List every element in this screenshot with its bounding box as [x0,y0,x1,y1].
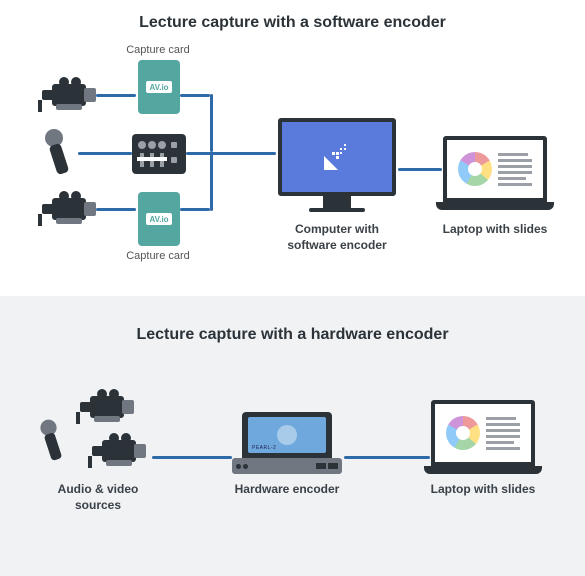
connection-line [96,94,136,97]
laptop-label: Laptop with slides [424,482,542,498]
pie-chart-icon [446,416,480,450]
monitor-label: Computer with software encoder [278,222,396,253]
capture-card-icon: AV.io [138,192,180,246]
camera-icon [36,190,98,228]
hardware-encoder-diagram: Lecture capture with a hardware encoder … [0,296,585,576]
capture-card-label-top: Capture card [118,44,198,56]
laptop-icon [424,400,542,474]
connection-line [180,94,210,97]
encoder-label: Hardware encoder [228,482,346,498]
panel-title: Lecture capture with a software encoder [0,0,585,32]
connection-line [78,152,132,155]
connection-line [210,94,213,152]
camera-icon [74,388,136,426]
card-brand-label: AV.io [146,81,172,93]
panel-title: Lecture capture with a hardware encoder [0,296,585,344]
connection-line [210,152,213,211]
microphone-icon [44,128,74,182]
connection-line [344,456,430,459]
camera-icon [36,76,98,114]
laptop-icon [436,136,554,210]
card-brand-label: AV.io [146,213,172,225]
microphone-icon [40,419,67,468]
connection-line [152,456,232,459]
hardware-encoder-icon: PEARL-2 [232,412,342,474]
capture-card-icon: AV.io [138,60,180,114]
connection-line [398,168,442,171]
capture-card-label-bottom: Capture card [118,250,198,262]
pie-chart-icon [458,152,492,186]
connection-line [96,208,136,211]
connection-line [186,152,276,155]
laptop-label: Laptop with slides [436,222,554,238]
audio-mixer-icon [132,134,186,174]
monitor-icon [278,118,396,212]
camera-icon [86,432,148,470]
sources-label: Audio & video sources [48,482,148,513]
software-encoder-diagram: Lecture capture with a software encoder … [0,0,585,296]
connection-line [180,208,210,211]
